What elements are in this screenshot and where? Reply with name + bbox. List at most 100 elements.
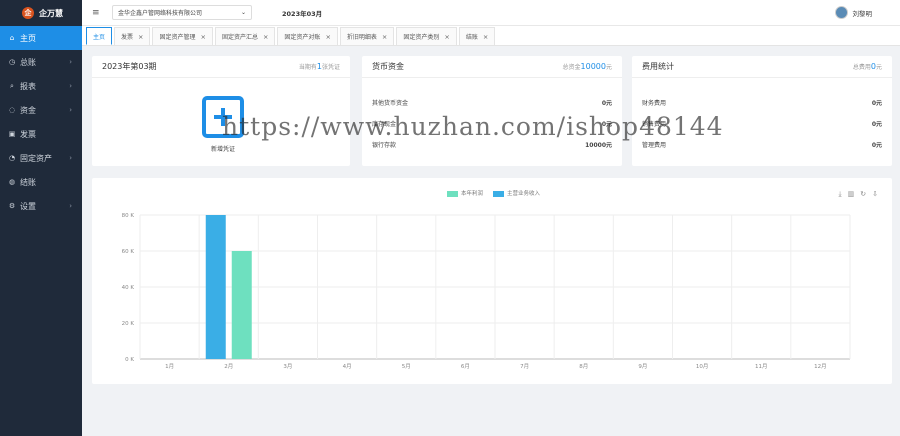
app-name: 企万慧 [39, 8, 63, 18]
expense-row: 财务费用 0元 [642, 100, 882, 107]
period-title: 2023年第03期 [102, 62, 157, 71]
y-tick-label: 80 K [122, 213, 135, 219]
tab-label: 折旧明细表 [346, 34, 377, 41]
sidebar-item-label: 固定资产 [20, 153, 52, 163]
x-tick-label: 5月 [402, 363, 411, 370]
chevron-right-icon: › [69, 58, 72, 66]
sidebar-item[interactable]: ⌕ 报表 › [0, 74, 82, 98]
period-card: 2023年第03期 当期有1张凭证 新增凭证 [92, 56, 350, 166]
x-tick-label: 9月 [638, 363, 647, 370]
logo-icon: 企 [22, 7, 34, 19]
ledger-icon: ◷ [8, 58, 16, 66]
cash-row: 其他货币资金 0元 [372, 100, 612, 107]
x-tick-label: 6月 [461, 363, 470, 370]
x-tick-label: 8月 [579, 363, 588, 370]
cash-total: 10000 [580, 62, 606, 71]
y-tick-label: 20 K [122, 321, 135, 327]
y-tick-label: 0 K [125, 357, 134, 363]
tab[interactable]: 发票 × [114, 27, 151, 45]
tab-label: 固定资产汇总 [221, 34, 258, 41]
tab-label: 结账 [465, 34, 478, 41]
tab[interactable]: 固定资产汇总 × [214, 27, 276, 45]
sidebar-item[interactable]: ⚙ 设置 › [0, 194, 82, 218]
home-icon: ⌂ [9, 34, 15, 42]
tab[interactable]: 固定资产类别 × [396, 27, 457, 45]
current-period[interactable]: 2023年03月 [282, 8, 322, 18]
sidebar-item-label: 结账 [20, 177, 36, 187]
settings-icon: ⚙ [8, 202, 16, 210]
tab-label: 主页 [93, 33, 106, 41]
close-icon[interactable]: × [138, 33, 143, 41]
chevron-down-icon: ⌄ [240, 9, 246, 16]
y-tick-label: 60 K [122, 249, 135, 255]
tab[interactable]: 结账 × [458, 27, 496, 45]
sidebar-item-label: 发票 [20, 129, 36, 139]
user-name: 刘黎明 [852, 9, 873, 18]
expense-row: 管理费用 0元 [642, 142, 882, 149]
sidebar-item[interactable]: ◍ 结账 [0, 170, 82, 194]
avatar [834, 6, 848, 19]
x-tick-label: 7月 [520, 363, 529, 370]
cash-row: 银行存款 10000元 [372, 142, 612, 149]
sidebar-item-label: 总账 [20, 57, 36, 67]
sidebar-item[interactable]: ⌂ 主页 [0, 26, 82, 50]
add-voucher-label[interactable]: 新增凭证 [202, 144, 244, 153]
close-icon[interactable]: × [483, 33, 488, 41]
cash-total-note: 总资金10000元 [562, 62, 612, 71]
tab[interactable]: 主页 [86, 27, 113, 45]
chevron-right-icon: › [69, 106, 72, 114]
voucher-count-note: 当期有1张凭证 [298, 62, 340, 71]
expense-total-note: 总费用0元 [852, 62, 882, 71]
x-tick-label: 4月 [343, 363, 352, 370]
x-tick-label: 3月 [283, 363, 292, 370]
close-icon[interactable]: × [325, 33, 330, 41]
x-tick-label: 10月 [696, 363, 709, 370]
chart-card: 本年利润 主营业务收入 ⤓ ▥ ↻ ⇩ 0 K 20 K 40 K 60 K 80 K 1月 2月 3… [92, 178, 892, 384]
asset-icon: ◔ [8, 154, 16, 162]
chevron-right-icon: › [69, 82, 72, 90]
close-icon[interactable]: × [263, 33, 268, 41]
company-name: 金华企鑫户管网络科技有限公司 [118, 10, 203, 17]
menu-toggle-icon[interactable]: ≡ [92, 8, 104, 18]
top-bar: ≡ 金华企鑫户管网络科技有限公司 ⌄ 2023年03月 刘黎明 [82, 0, 900, 26]
cash-card: 货币资金 总资金10000元 其他货币资金 0元 库存现金 0元 银行存款 10000… [362, 56, 622, 166]
expense-card: 费用统计 总费用0元 财务费用 0元 销售费用 0元 管理费用 0元 [632, 56, 892, 166]
sidebar-item[interactable]: ◷ 总账 › [0, 50, 82, 74]
y-tick-label: 40 K [122, 285, 135, 291]
app-logo[interactable]: 企 企万慧 [0, 0, 82, 26]
sidebar-menu: ⌂ 主页 ◷ 总账 › ⌕ 报表 › ◌ 资金 › ▣ 发票 ◔ 固定资产 › ◍ 结账 ⚙ 设置 › [0, 26, 82, 218]
tab-label: 发票 [121, 34, 134, 41]
sidebar-item-label: 主页 [20, 33, 36, 43]
sidebar-item[interactable]: ◌ 资金 › [0, 98, 82, 122]
sidebar-item-label: 资金 [20, 105, 36, 115]
chevron-right-icon: › [69, 202, 72, 210]
company-select[interactable]: 金华企鑫户管网络科技有限公司 ⌄ [112, 5, 252, 20]
watermark: https://www.huzhan.com/ishop48144 [222, 112, 724, 141]
x-tick-label: 12月 [814, 363, 827, 370]
close-icon[interactable]: × [201, 33, 206, 41]
tab-label: 固定资产管理 [159, 34, 196, 41]
checkout-icon: ◍ [8, 178, 16, 186]
bar [231, 251, 252, 359]
sidebar: 企 企万慧 ⌂ 主页 ◷ 总账 › ⌕ 报表 › ◌ 资金 › ▣ 发票 ◔ 固定资产 › ◍ 结账 ⚙ 设置 › [0, 0, 82, 436]
tab[interactable]: 固定资产管理 × [152, 27, 213, 45]
close-icon[interactable]: × [382, 33, 387, 41]
invoice-icon: ▣ [8, 130, 16, 138]
tab-label: 固定资产对账 [284, 34, 321, 41]
fund-icon: ◌ [8, 106, 16, 114]
sidebar-item[interactable]: ◔ 固定资产 › [0, 146, 82, 170]
x-tick-label: 11月 [755, 363, 768, 370]
expense-title: 费用统计 [642, 62, 674, 71]
sidebar-item-label: 报表 [20, 81, 36, 91]
page-tabs: 主页 发票 × 固定资产管理 × 固定资产汇总 × 固定资产对账 × 折旧明细表 × 固定资产类别 × 结… [82, 26, 900, 46]
close-icon[interactable]: × [444, 33, 449, 41]
user-menu[interactable]: 刘黎明 [834, 6, 873, 19]
tab[interactable]: 固定资产对账 × [277, 27, 338, 45]
sidebar-item[interactable]: ▣ 发票 [0, 122, 82, 146]
bar [205, 215, 226, 359]
x-tick-label: 2月 [224, 363, 233, 370]
chevron-right-icon: › [69, 154, 72, 162]
tab-label: 固定资产类别 [403, 34, 440, 41]
tab[interactable]: 折旧明细表 × [339, 27, 395, 45]
cash-title: 货币资金 [372, 62, 404, 71]
